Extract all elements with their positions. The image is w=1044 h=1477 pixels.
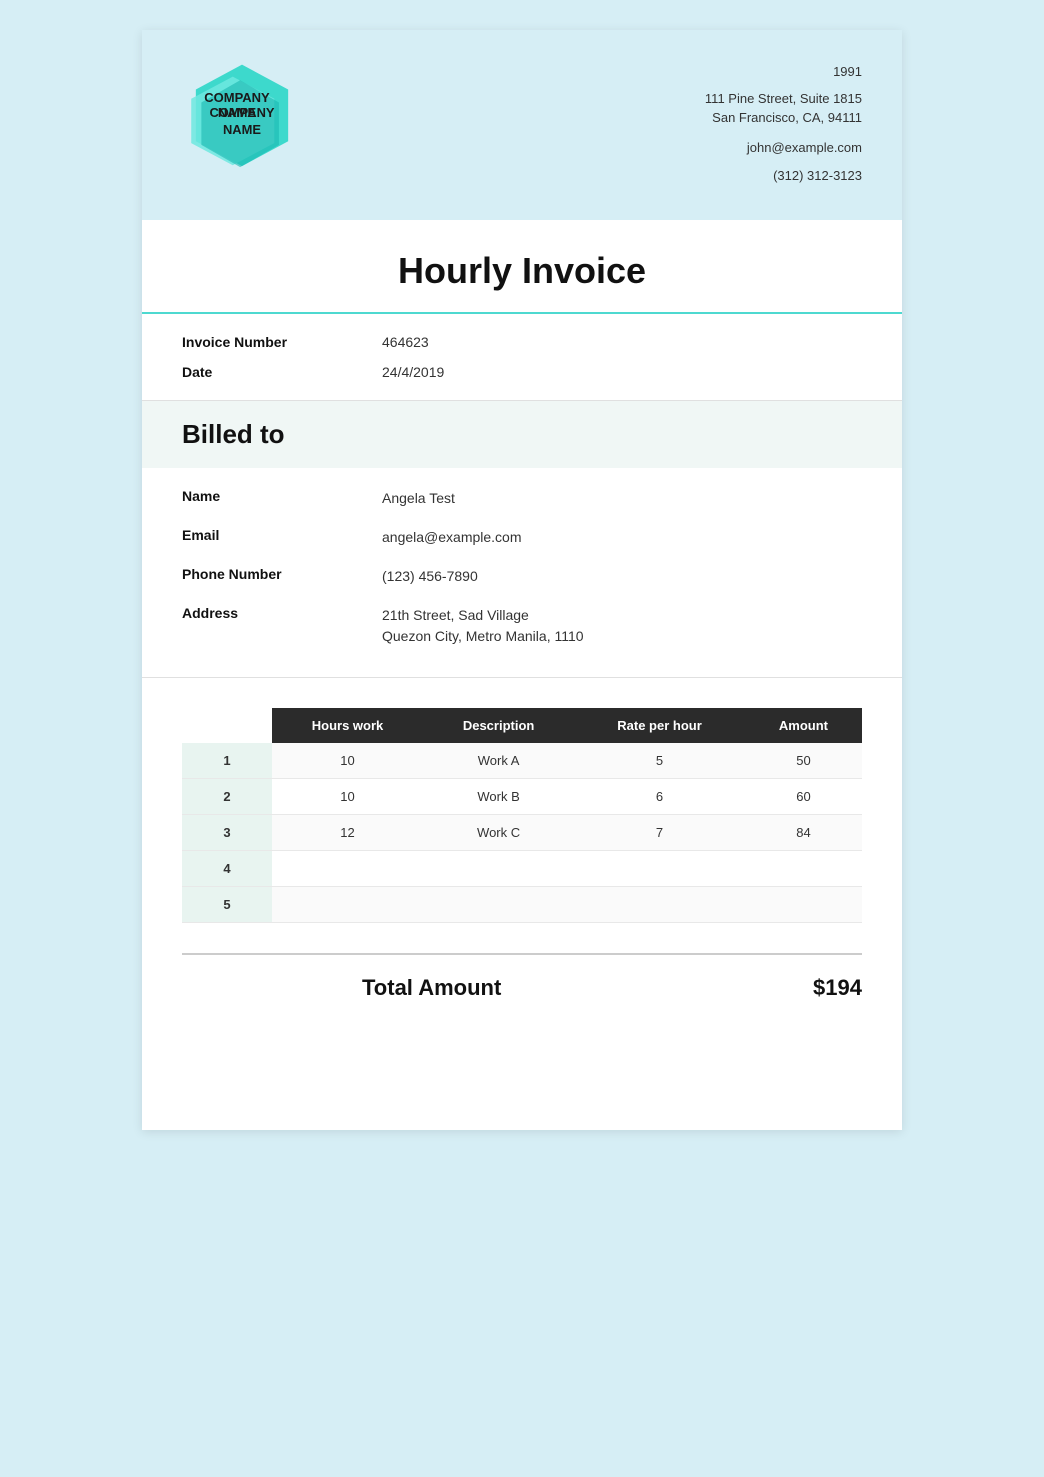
col-rate-header: Rate per hour [574,708,745,743]
row-rate-cell: 5 [574,743,745,779]
billed-email-value: angela@example.com [382,527,522,548]
billed-address-row: Address 21th Street, Sad Village Quezon … [182,605,862,647]
total-value: $194 [813,975,862,1001]
company-email: john@example.com [705,136,862,161]
row-num-cell: 2 [182,779,272,815]
total-row: Total Amount $194 [182,953,862,1001]
row-amount-cell: 50 [745,743,862,779]
invoice-number-label: Invoice Number [182,334,382,350]
row-hours-cell: 10 [272,779,423,815]
row-rate-cell: 6 [574,779,745,815]
logo-container: COMPANY NAME COMPANY NAME [182,60,322,190]
header: COMPANY NAME COMPANY NAME 1991 111 Pine … [142,30,902,220]
billed-email-row: Email angela@example.com [182,527,862,548]
invoice-number-row: Invoice Number 464623 [182,334,862,350]
row-num-cell: 5 [182,887,272,923]
billed-address-label: Address [182,605,382,621]
row-description-cell: Work A [423,743,574,779]
table-row: 312Work C784 [182,815,862,851]
billed-phone-value: (123) 456-7890 [382,566,478,587]
row-rate-cell [574,887,745,923]
row-description-cell: Work B [423,779,574,815]
billed-name-row: Name Angela Test [182,488,862,509]
col-description-header: Description [423,708,574,743]
row-num-cell: 3 [182,815,272,851]
col-hours-header: Hours work [272,708,423,743]
billed-address-value: 21th Street, Sad Village Quezon City, Me… [382,605,584,647]
row-hours-cell: 10 [272,743,423,779]
row-hours-cell [272,851,423,887]
row-amount-cell: 84 [745,815,862,851]
invoice-title: Hourly Invoice [182,250,862,292]
company-logo: COMPANY NAME [182,60,302,180]
company-name-1: COMPANY [182,90,292,105]
billed-to-details: Name Angela Test Email angela@example.co… [142,468,902,678]
row-num-cell: 4 [182,851,272,887]
invoice-meta: Invoice Number 464623 Date 24/4/2019 [142,314,902,401]
table-row: 210Work B660 [182,779,862,815]
company-name-line2: NAME [223,122,261,137]
table-row: 5 [182,887,862,923]
total-section: Total Amount $194 [142,943,902,1051]
billed-to-header: Billed to [142,401,902,468]
row-rate-cell [574,851,745,887]
invoice-date-value: 24/4/2019 [382,364,444,380]
row-hours-cell [272,887,423,923]
billed-phone-row: Phone Number (123) 456-7890 [182,566,862,587]
invoice-title-section: Hourly Invoice [142,220,902,314]
billed-name-value: Angela Test [382,488,455,509]
row-description-cell: Work C [423,815,574,851]
billed-email-label: Email [182,527,382,543]
company-year: 1991 [705,60,862,85]
company-address: 111 Pine Street, Suite 1815 San Francisc… [705,89,862,128]
row-rate-cell: 7 [574,815,745,851]
billed-phone-label: Phone Number [182,566,382,582]
invoice-number-value: 464623 [382,334,429,350]
table-section: Hours work Description Rate per hour Amo… [142,678,902,943]
table-row: 110Work A550 [182,743,862,779]
invoice-table: Hours work Description Rate per hour Amo… [182,708,862,923]
row-description-cell [423,851,574,887]
row-amount-cell [745,887,862,923]
row-hours-cell: 12 [272,815,423,851]
table-row: 4 [182,851,862,887]
total-label: Total Amount [362,975,501,1001]
row-description-cell [423,887,574,923]
row-amount-cell [745,851,862,887]
invoice-page: COMPANY NAME COMPANY NAME 1991 111 Pine … [142,30,902,1130]
col-amount-header: Amount [745,708,862,743]
invoice-date-label: Date [182,364,382,380]
row-amount-cell: 60 [745,779,862,815]
company-info: 1991 111 Pine Street, Suite 1815 San Fra… [705,60,862,189]
billed-to-title: Billed to [182,419,862,450]
billed-name-label: Name [182,488,382,504]
company-name-2: NAME [182,105,292,120]
invoice-date-row: Date 24/4/2019 [182,364,862,380]
company-phone: (312) 312-3123 [705,164,862,189]
row-num-cell: 1 [182,743,272,779]
